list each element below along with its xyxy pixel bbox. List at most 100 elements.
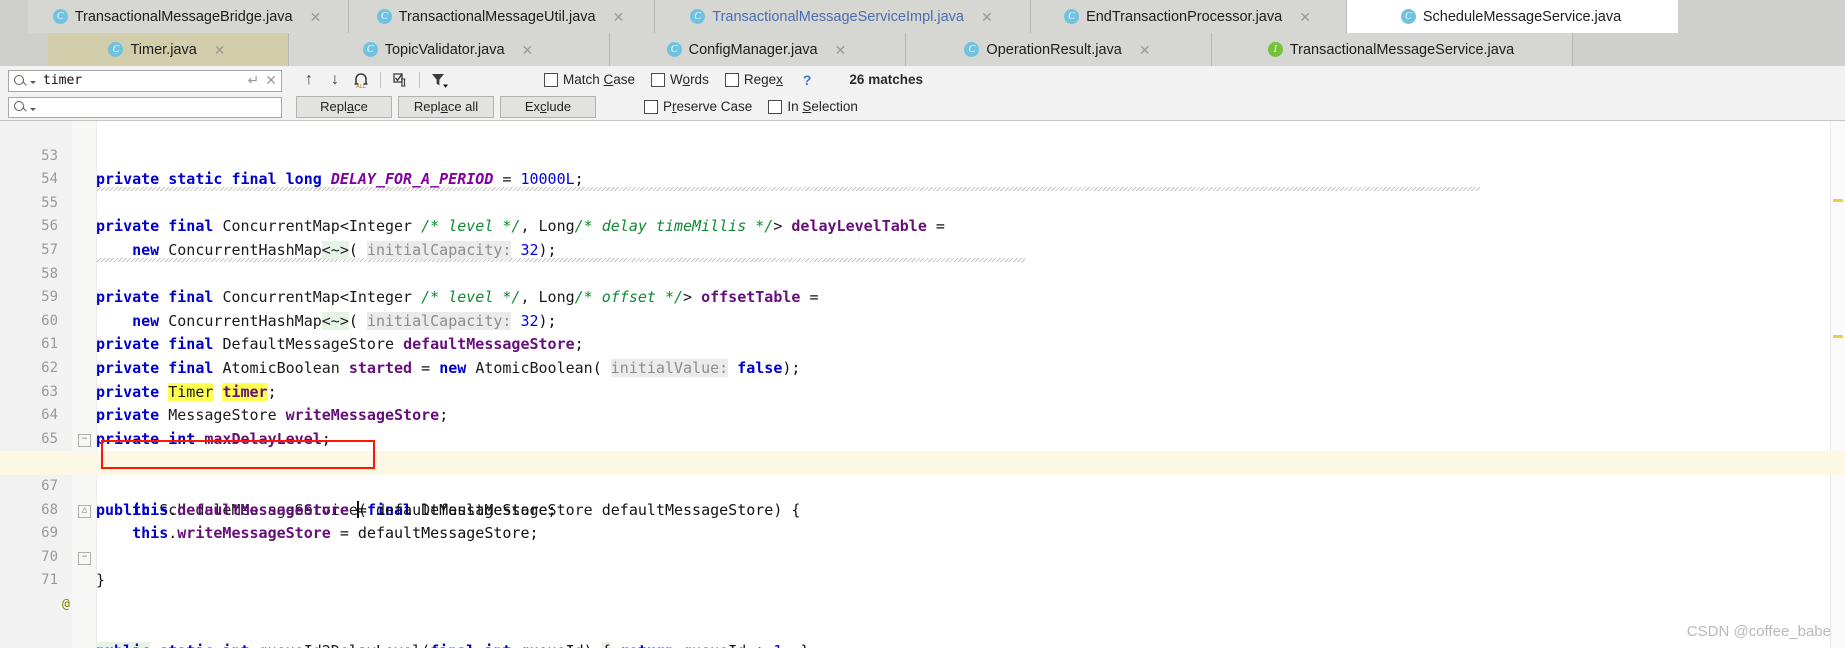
tab-ConfigManager[interactable]: C ConfigManager.java ✕	[610, 33, 906, 66]
editor-tab-row-1: C TransactionalMessageBridge.java ✕ C Tr…	[0, 0, 1845, 33]
match-case-label: Match Case	[563, 72, 636, 87]
tab-ScheduleMessageService[interactable]: C ScheduleMessageService.java	[1347, 0, 1678, 33]
regex-checkbox[interactable]: Regex	[724, 72, 783, 87]
fold-collapse-icon[interactable]: −	[78, 433, 91, 447]
search-input[interactable]: timer	[40, 73, 244, 88]
toggle-multiline-icon[interactable]	[387, 68, 413, 92]
tab-TransactionalMessageServiceImpl[interactable]: C TransactionalMessageServiceImpl.java ✕	[655, 0, 1031, 33]
tab-TransactionalMessageService[interactable]: I TransactionalMessageService.java	[1212, 33, 1573, 66]
search-icon	[13, 74, 27, 88]
filter-icon[interactable]	[426, 68, 452, 92]
fold-collapse-icon[interactable]: −	[78, 551, 91, 565]
line-text: private MessageStore writeMessageStore;	[96, 406, 449, 425]
in-selection-checkbox[interactable]: In Selection	[768, 99, 858, 114]
tab-label: TransactionalMessageServiceImpl.java	[712, 8, 964, 25]
annotation-marker: @	[62, 596, 70, 612]
tabrow1-left-pad	[0, 0, 28, 33]
java-class-icon: C	[1400, 9, 1416, 24]
line-text: new ConcurrentHashMap<~>( initialCapacit…	[132, 240, 557, 259]
java-class-icon: C	[52, 9, 68, 24]
checkbox-box[interactable]	[724, 72, 739, 87]
regex-help-icon[interactable]: ?	[803, 72, 812, 88]
tab-EndTransactionProcessor[interactable]: C EndTransactionProcessor.java ✕	[1031, 0, 1347, 33]
line-text: this.writeMessageStore = defaultMessageS…	[132, 524, 539, 543]
checkbox-box[interactable]	[644, 99, 658, 114]
arrow-down-icon[interactable]: ↓	[322, 68, 348, 92]
line-text: private final ConcurrentMap<Integer /* l…	[96, 217, 945, 236]
select-all-occurrences-icon[interactable]: ALL	[348, 68, 374, 92]
line-text: public static int queueId2DelayLevel(fin…	[96, 640, 809, 648]
close-icon[interactable]: ✕	[613, 10, 625, 24]
java-class-icon: C	[690, 9, 706, 24]
tab-label: TopicValidator.java	[384, 41, 505, 58]
toolbar-divider	[380, 71, 381, 88]
regex-label: Regex	[743, 72, 783, 87]
find-toolbar: ↑ ↓ ALL	[296, 68, 452, 92]
search-match-annotation-box	[101, 440, 375, 469]
tab-Timer[interactable]: C Timer.java ✕	[48, 33, 289, 66]
clear-search-icon[interactable]: ✕	[265, 72, 277, 89]
tab-TransactionalMessageBridge[interactable]: C TransactionalMessageBridge.java ✕	[28, 0, 349, 33]
tabrow2-left-pad	[0, 33, 48, 66]
find-row: timer ↵ ✕ ↑ ↓ ALL Match Case Words Regex…	[0, 66, 1845, 93]
replace-input-wrapper[interactable]	[8, 96, 282, 118]
line-number: 71	[41, 572, 58, 589]
chevron-down-icon[interactable]	[30, 107, 36, 111]
find-options-row1: Match Case Words Regex ? 26 matches	[544, 72, 923, 88]
tab-OperationResult[interactable]: C OperationResult.java ✕	[906, 33, 1212, 66]
close-icon[interactable]: ✕	[310, 10, 322, 24]
tab-TransactionalMessageUtil[interactable]: C TransactionalMessageUtil.java ✕	[349, 0, 655, 33]
code-line-71: 71 @ − public static int queueId2DelayLe…	[0, 546, 1845, 648]
code-content[interactable]: 53 private static final long DELAY_FOR_A…	[0, 121, 1845, 648]
code-editor[interactable]: 53 private static final long DELAY_FOR_A…	[0, 121, 1845, 648]
java-interface-icon: I	[1267, 42, 1283, 57]
replace-all-button[interactable]: Repl a ce all	[398, 95, 494, 118]
close-icon[interactable]: ✕	[522, 43, 534, 57]
line-text: private final DefaultMessageStore defaul…	[96, 335, 584, 354]
code-line-68: 68 this.writeMessageStore = defaultMessa…	[0, 475, 1845, 543]
enter-icon[interactable]: ↵	[248, 72, 262, 89]
find-replace-panel: timer ↵ ✕ ↑ ↓ ALL Match Case Words Regex…	[0, 66, 1845, 121]
tab-label: ScheduleMessageService.java	[1422, 8, 1622, 25]
checkbox-box[interactable]	[544, 72, 558, 87]
replace-button[interactable]: Repl a ce	[296, 95, 392, 118]
java-class-icon: C	[1064, 9, 1080, 24]
close-icon[interactable]: ✕	[1139, 43, 1151, 57]
code-line-56: 56 new ConcurrentHashMap<~>( initialCapa…	[0, 192, 1845, 259]
close-icon[interactable]: ✕	[981, 10, 993, 24]
match-case-checkbox[interactable]: Match Case	[544, 72, 635, 87]
fold-end-icon[interactable]: △	[78, 504, 91, 518]
preserve-case-label: Preserve Case	[663, 99, 753, 114]
tab-label: Timer.java	[130, 41, 197, 58]
chevron-down-icon[interactable]	[30, 81, 36, 84]
checkbox-box[interactable]	[768, 99, 783, 114]
search-match-highlight: timer	[222, 382, 268, 401]
preserve-case-checkbox[interactable]: Preserve Case	[644, 99, 752, 114]
line-text: private Timer timer;	[96, 382, 277, 401]
close-icon[interactable]: ✕	[214, 43, 226, 57]
match-count-label: 26 matches	[849, 72, 923, 87]
line-text: private static final long DELAY_FOR_A_PE…	[96, 170, 584, 189]
tab-TopicValidator[interactable]: C TopicValidator.java ✕	[289, 33, 610, 66]
replace-row: Repl a ce Repl a ce all Ex c lude Preserve Cas…	[0, 93, 1845, 120]
search-input-wrapper[interactable]: timer ↵ ✕	[8, 69, 282, 92]
close-icon[interactable]: ✕	[835, 43, 847, 57]
close-icon[interactable]: ✕	[1299, 10, 1311, 24]
search-icon	[13, 100, 27, 114]
idea-window: C TransactionalMessageBridge.java ✕ C Tr…	[0, 0, 1845, 648]
java-class-icon: C	[108, 42, 124, 57]
java-class-icon: C	[964, 42, 980, 57]
tabrow1-spacer	[1678, 0, 1845, 33]
code-line-54: 54	[0, 145, 1845, 187]
tab-label: TransactionalMessageService.java	[1289, 41, 1515, 58]
line-text: private final AtomicBoolean started = ne…	[96, 358, 801, 377]
search-match-highlight: Timer	[168, 382, 214, 401]
find-options-row2: Preserve Case In Selection	[644, 99, 858, 114]
editor-tab-row-2: C Timer.java ✕ C TopicValidator.java ✕ C…	[0, 33, 1845, 66]
checkbox-box[interactable]	[651, 72, 666, 87]
words-label: Words	[670, 72, 709, 87]
exclude-button[interactable]: Ex c lude	[500, 95, 596, 118]
words-checkbox[interactable]: Words	[651, 72, 709, 87]
replace-buttons: Repl a ce Repl a ce all Ex c lude	[296, 95, 596, 118]
arrow-up-icon[interactable]: ↑	[296, 68, 322, 92]
